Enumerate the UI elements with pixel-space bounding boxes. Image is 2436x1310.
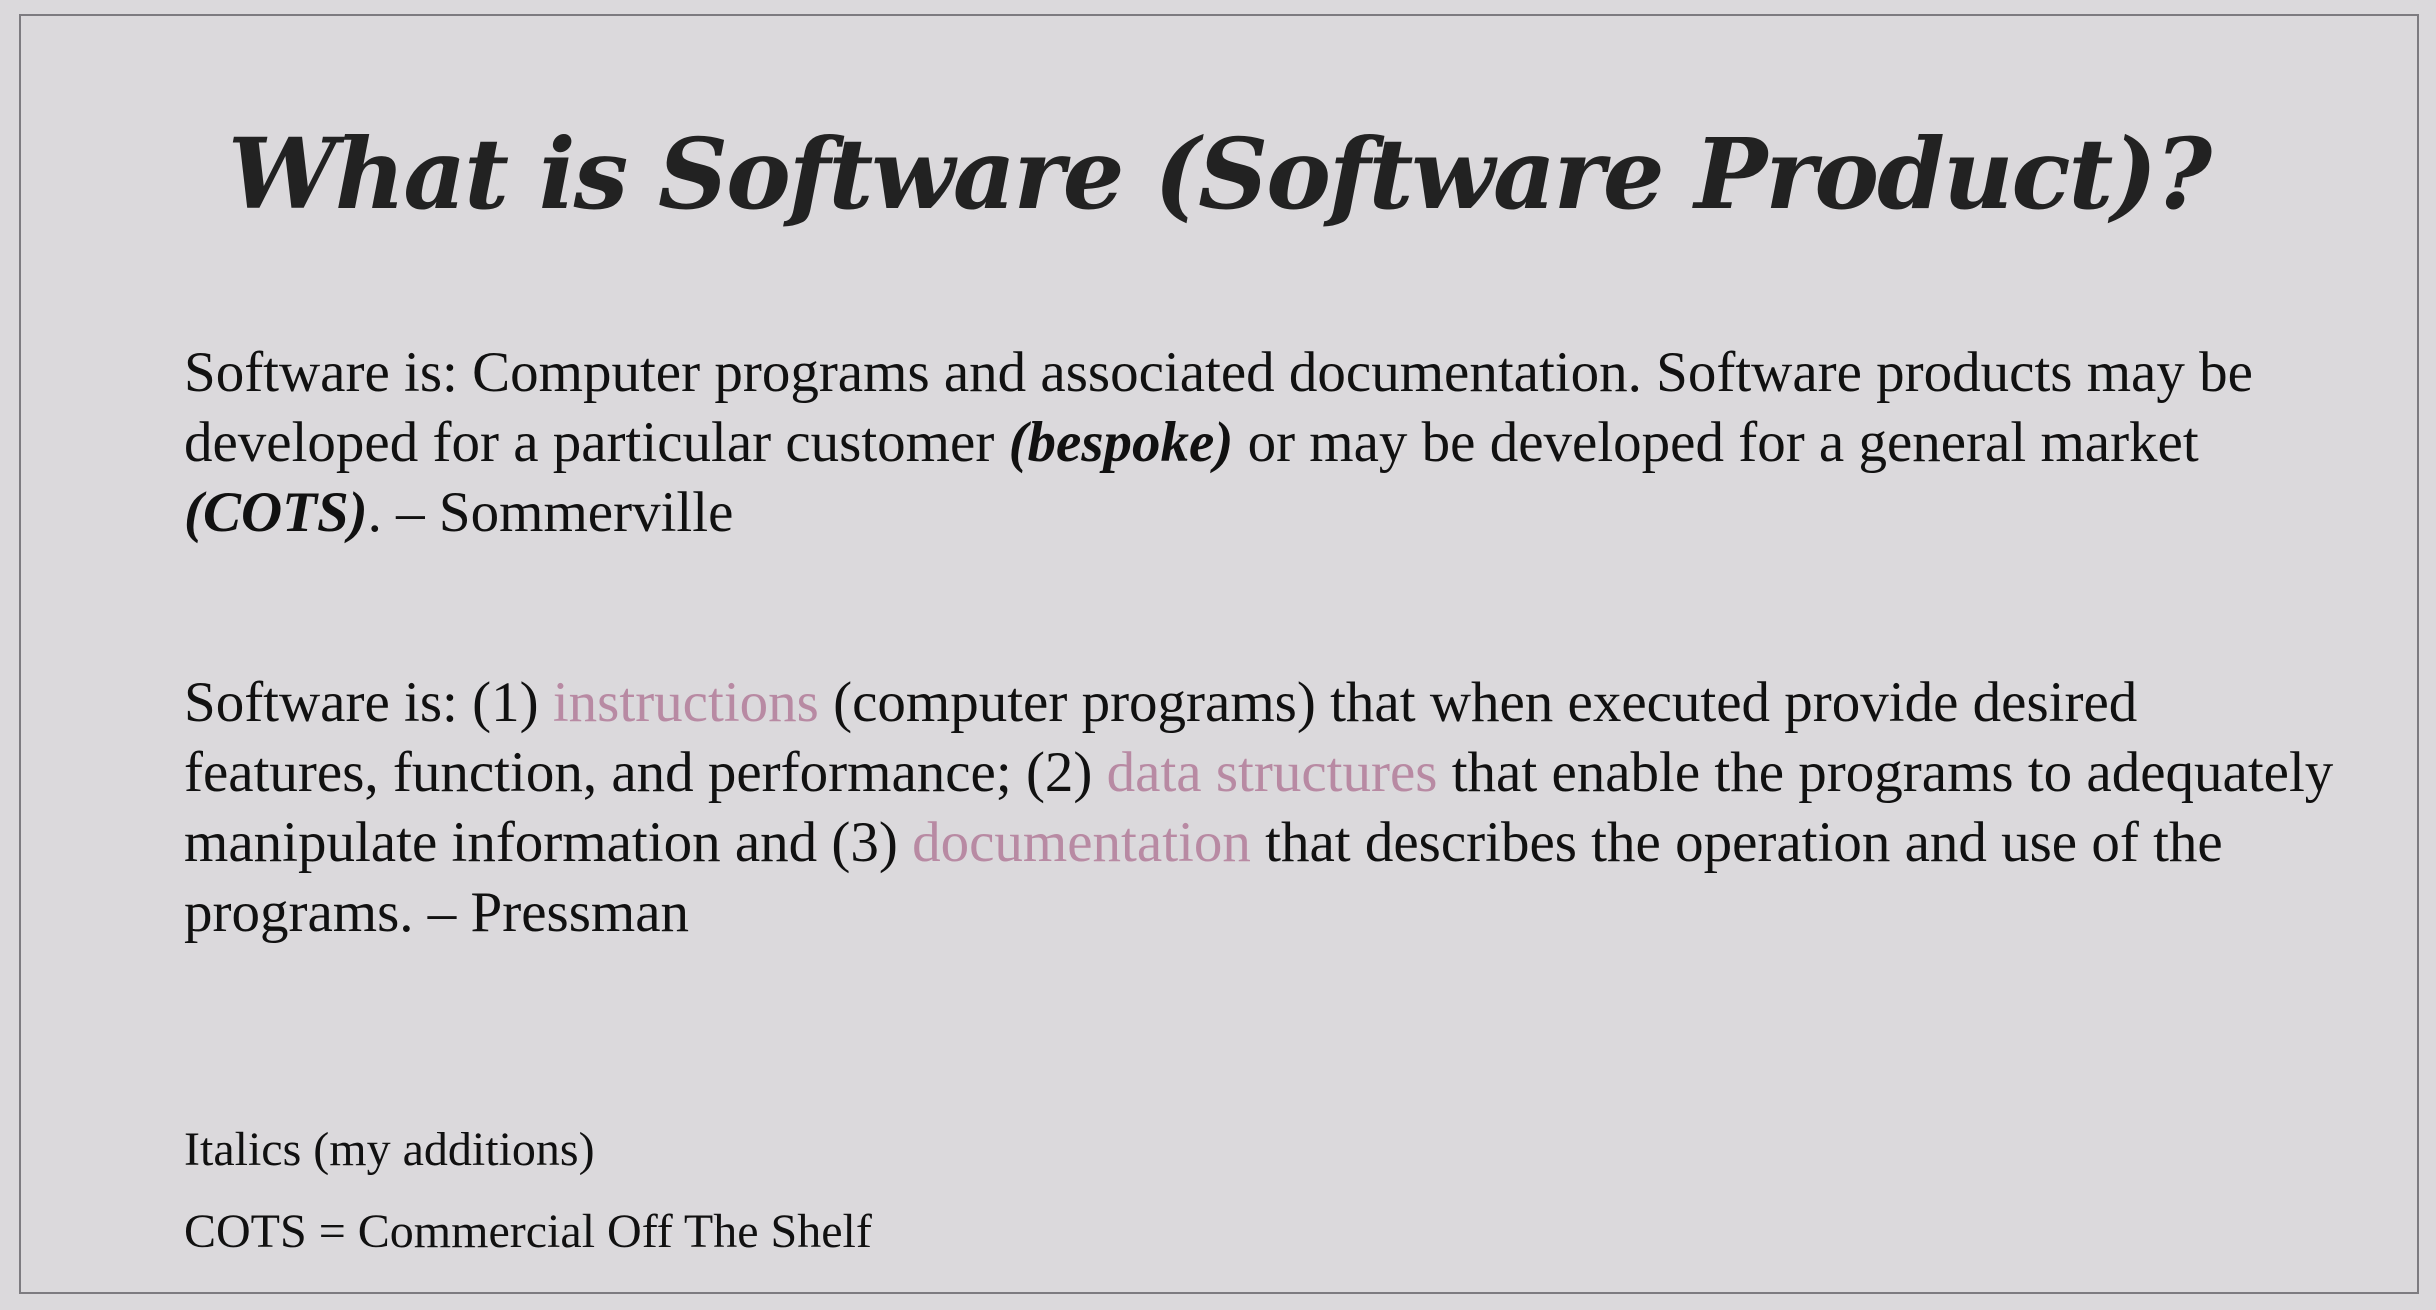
text-segment: or may be developed for a general market bbox=[1233, 411, 2199, 474]
note-cots-definition: COTS = Commercial Off The Shelf bbox=[184, 1205, 872, 1258]
text-segment: . – Sommerville bbox=[367, 481, 734, 544]
definition-pressman: Software is: (1) instructions (computer … bbox=[184, 668, 2344, 948]
slide: What is Software (Software Product)? Sof… bbox=[19, 14, 2419, 1294]
highlight-instructions: instructions bbox=[552, 671, 819, 734]
highlight-documentation: documentation bbox=[912, 811, 1251, 874]
note-italics: Italics (my additions) bbox=[184, 1123, 595, 1176]
slide-title: What is Software (Software Product)? bbox=[227, 117, 2212, 231]
definition-sommerville: Software is: Computer programs and assoc… bbox=[184, 338, 2344, 548]
text-segment: Software is: (1) bbox=[184, 671, 553, 734]
highlight-data-structures: data structures bbox=[1106, 741, 1438, 804]
emphasis-cots: (COTS) bbox=[184, 481, 368, 544]
emphasis-bespoke: (bespoke) bbox=[1008, 411, 1234, 474]
